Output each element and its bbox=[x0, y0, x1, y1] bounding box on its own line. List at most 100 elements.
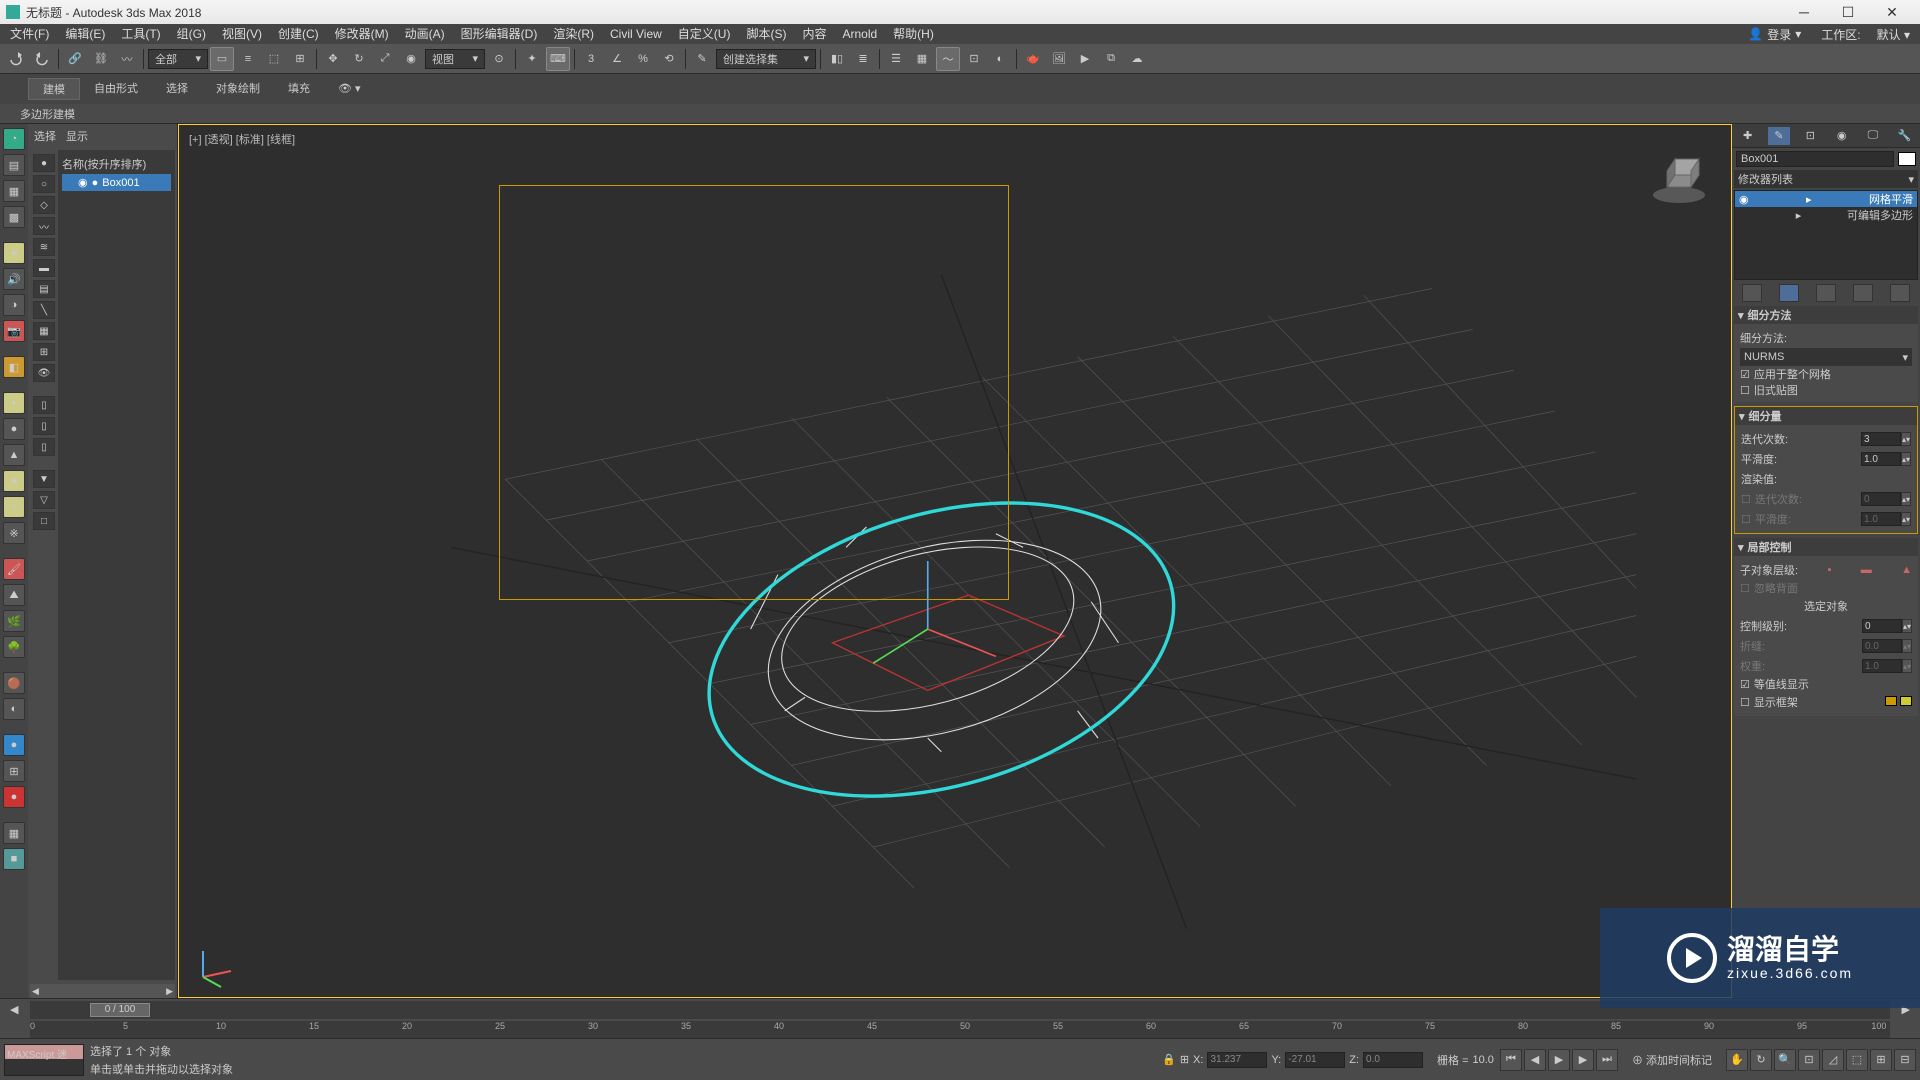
render-online-button[interactable]: ☁ bbox=[1125, 47, 1149, 71]
menu-file[interactable]: 文件(F) bbox=[2, 24, 57, 44]
ribbon-tab-populate[interactable]: 填充 bbox=[274, 78, 324, 100]
stack-meshsmooth[interactable]: ◉ ▸ 网格平滑 bbox=[1735, 191, 1917, 207]
old-mapping-check[interactable]: ☐旧式贴图 bbox=[1740, 382, 1912, 398]
tool-1[interactable]: ▤ bbox=[3, 154, 25, 176]
next-frame-button[interactable]: ▶ bbox=[1572, 1049, 1594, 1071]
unlink-button[interactable]: ⛓ bbox=[89, 47, 113, 71]
filter-14[interactable]: ▯ bbox=[33, 438, 55, 456]
menu-modifiers[interactable]: 修改器(M) bbox=[327, 24, 397, 44]
render-button[interactable]: ▶ bbox=[1073, 47, 1097, 71]
angle-snap-button[interactable]: ∠ bbox=[605, 47, 629, 71]
isoline-check[interactable]: ☑等值线显示 bbox=[1740, 676, 1912, 692]
filter-1[interactable]: ● bbox=[33, 154, 55, 172]
layer-button[interactable]: ☰ bbox=[884, 47, 908, 71]
zoom-button[interactable]: 🔍 bbox=[1774, 1049, 1796, 1071]
mirror-button[interactable]: ▮▯ bbox=[825, 47, 849, 71]
play-button[interactable]: ▶ bbox=[1548, 1049, 1570, 1071]
spinner-snap-button[interactable]: ⟲ bbox=[657, 47, 681, 71]
filter-7[interactable]: ▤ bbox=[33, 280, 55, 298]
viewport-canvas[interactable] bbox=[179, 125, 1731, 997]
cage-color-2[interactable] bbox=[1900, 696, 1912, 706]
smoothness-spinner[interactable]: ▴▾ bbox=[1861, 452, 1911, 466]
filter-5[interactable]: ≋ bbox=[33, 238, 55, 256]
tool-dome[interactable]: ◗ bbox=[3, 392, 25, 414]
rollout-header[interactable]: ▾细分方法 bbox=[1734, 306, 1918, 324]
slider-left[interactable]: ◀ bbox=[10, 1003, 18, 1016]
showcage-check[interactable]: ☐显示框架 bbox=[1740, 694, 1798, 710]
ref-coord-system[interactable]: 视图▾ bbox=[425, 49, 485, 69]
tab-create[interactable]: ✚ bbox=[1737, 127, 1759, 145]
filter-9[interactable]: ▦ bbox=[33, 322, 55, 340]
keyboard-shortcut-button[interactable]: ⌨ bbox=[546, 47, 570, 71]
modifier-list[interactable]: 修改器列表▾ bbox=[1734, 170, 1918, 188]
tool-camera[interactable]: 📷 bbox=[3, 320, 25, 342]
fov-button[interactable]: ◿ bbox=[1822, 1049, 1844, 1071]
remove-mod-button[interactable] bbox=[1853, 284, 1873, 302]
z-field[interactable] bbox=[1363, 1052, 1423, 1068]
scene-tab-select[interactable]: 选择 bbox=[34, 128, 56, 144]
scene-item-box001[interactable]: ◉ ● Box001 bbox=[62, 174, 171, 191]
maxscript-listener[interactable]: MAXScript 迷 bbox=[4, 1044, 84, 1076]
tab-utilities[interactable]: 🔧 bbox=[1893, 127, 1915, 145]
rotate-button[interactable]: ↻ bbox=[347, 47, 371, 71]
schematic-button[interactable]: ⊡ bbox=[962, 47, 986, 71]
pan-button[interactable]: ✋ bbox=[1726, 1049, 1748, 1071]
tool-cone[interactable]: ▲ bbox=[3, 444, 25, 466]
menu-arnold[interactable]: Arnold bbox=[834, 24, 885, 44]
viewport[interactable]: [+] [透视] [标准] [线框] bbox=[178, 124, 1732, 998]
ribbon-toggle-button[interactable]: ▦ bbox=[910, 47, 934, 71]
tool-16[interactable]: ■ bbox=[3, 848, 25, 870]
configure-button[interactable] bbox=[1890, 284, 1910, 302]
tool-3[interactable]: ▩ bbox=[3, 206, 25, 228]
bind-spacewarp-button[interactable]: 〰 bbox=[115, 47, 139, 71]
align-button[interactable]: ≣ bbox=[851, 47, 875, 71]
filter-15[interactable]: ▼ bbox=[33, 470, 55, 488]
render-iter-check[interactable]: ☐迭代次数: bbox=[1741, 491, 1802, 507]
goto-start-button[interactable]: ⏮ bbox=[1500, 1049, 1522, 1071]
ribbon-panel-polymodeling[interactable]: 多边形建模 bbox=[20, 106, 75, 122]
menu-create[interactable]: 创建(C) bbox=[270, 24, 327, 44]
prev-frame-button[interactable]: ◀ bbox=[1524, 1049, 1546, 1071]
tool-sphere[interactable]: ● bbox=[3, 418, 25, 440]
filter-2[interactable]: ○ bbox=[33, 175, 55, 193]
ribbon-tab-freeform[interactable]: 自由形式 bbox=[80, 78, 152, 100]
modifier-stack[interactable]: ◉ ▸ 网格平滑 ▸ 可编辑多边形 bbox=[1734, 190, 1918, 280]
menu-animation[interactable]: 动画(A) bbox=[397, 24, 453, 44]
tab-motion[interactable]: ◉ bbox=[1831, 127, 1853, 145]
viewcube[interactable] bbox=[1647, 145, 1711, 209]
time-slider-thumb[interactable]: 0 / 100 bbox=[90, 1003, 150, 1017]
window-crossing-button[interactable]: ⊞ bbox=[288, 47, 312, 71]
cage-color-1[interactable] bbox=[1885, 696, 1897, 706]
menu-civilview[interactable]: Civil View bbox=[602, 24, 670, 44]
tool-9[interactable]: 🌿 bbox=[3, 610, 25, 632]
menu-edit[interactable]: 编辑(E) bbox=[57, 24, 113, 44]
filter-13[interactable]: ▯ bbox=[33, 417, 55, 435]
signin-button[interactable]: 👤 登录 ▾ bbox=[1736, 26, 1813, 43]
menu-rendering[interactable]: 渲染(R) bbox=[545, 24, 602, 44]
subdiv-method-select[interactable]: NURMS▾ bbox=[1740, 348, 1912, 366]
filter-10[interactable]: ⊞ bbox=[33, 343, 55, 361]
editnamed-button[interactable]: ✎ bbox=[690, 47, 714, 71]
tool-6[interactable]: ◧ bbox=[3, 356, 25, 378]
tool-brush[interactable]: 🖌 bbox=[3, 558, 25, 580]
tool-11[interactable]: 🟤 bbox=[3, 672, 25, 694]
ignore-backface-check[interactable]: ☐忽略背面 bbox=[1740, 580, 1912, 596]
stack-editpoly[interactable]: ▸ 可编辑多边形 bbox=[1735, 207, 1917, 223]
render-setup-button[interactable]: 🫖 bbox=[1021, 47, 1045, 71]
face-btn[interactable]: ▲ bbox=[1901, 564, 1912, 576]
menu-help[interactable]: 帮助(H) bbox=[885, 24, 942, 44]
render-prod-button[interactable]: ⧉ bbox=[1099, 47, 1123, 71]
undo-button[interactable] bbox=[4, 47, 28, 71]
object-name-field[interactable] bbox=[1736, 151, 1894, 167]
tool-circ[interactable]: ○ bbox=[3, 496, 25, 518]
apply-whole-mesh-check[interactable]: ☑应用于整个网格 bbox=[1740, 366, 1912, 382]
zoom-region-button[interactable]: ⬚ bbox=[1846, 1049, 1868, 1071]
tool-7[interactable]: ※ bbox=[3, 522, 25, 544]
object-color-swatch[interactable] bbox=[1898, 152, 1916, 166]
tool-rec[interactable]: ● bbox=[3, 786, 25, 808]
scene-tab-display[interactable]: 显示 bbox=[66, 128, 88, 144]
tool-light[interactable]: ☀ bbox=[3, 242, 25, 264]
tool-sun[interactable]: ☀ bbox=[3, 470, 25, 492]
add-timemark[interactable]: ⊕ 添加时间标记 bbox=[1632, 1052, 1712, 1068]
close-button[interactable]: ✕ bbox=[1870, 1, 1914, 23]
